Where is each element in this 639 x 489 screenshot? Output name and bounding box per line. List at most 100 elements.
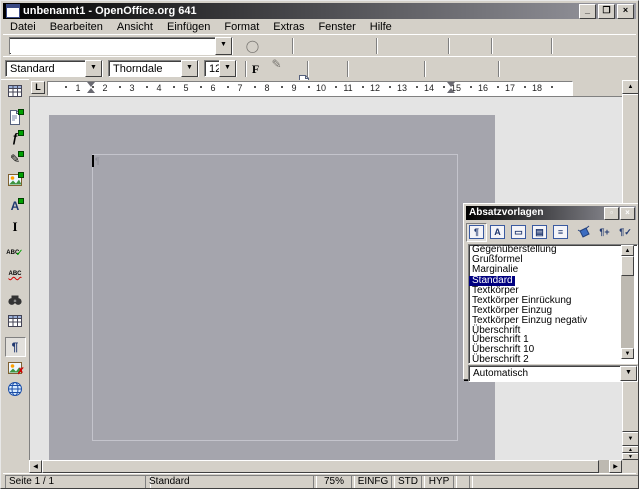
previous-page-button[interactable]: ▲ xyxy=(622,446,639,453)
minimize-button[interactable]: _ xyxy=(579,4,596,19)
insert-fields-button[interactable]: ƒ xyxy=(5,128,26,148)
style-filter-combobox[interactable]: Automatisch ▼ xyxy=(468,365,638,382)
status-page[interactable]: Seite 1 / 1 xyxy=(5,475,151,489)
size-dropdown-arrow[interactable]: ▼ xyxy=(219,60,236,77)
filter-dropdown-arrow[interactable]: ▼ xyxy=(620,366,637,381)
menu-einfuegen[interactable]: Einfügen xyxy=(160,20,217,34)
insert-button[interactable] xyxy=(5,107,26,127)
stylist-toolbar: ¶ A ▭ ▤ ≡ ¶+ ¶✓ xyxy=(466,222,636,242)
ruler-tick xyxy=(335,86,337,88)
list-scroll-up-button[interactable]: ▲ xyxy=(621,245,634,256)
stylist-dock-button[interactable]: ▫ xyxy=(604,207,619,220)
url-input[interactable] xyxy=(10,39,215,53)
numbering-styles-button[interactable]: ≡ xyxy=(550,223,571,242)
spellcheck-button[interactable]: ABC✓ xyxy=(5,243,26,263)
stylist-window[interactable]: Absatzvorlagen ▫ × ¶ A ▭ ▤ ≡ ¶+ ¶✓ Gegen… xyxy=(463,203,639,380)
style-list[interactable]: GegenüberstellungGrußformelMarginalieSta… xyxy=(468,244,638,364)
paragraph-styles-icon: ¶ xyxy=(469,225,484,239)
horizontal-ruler[interactable]: 123456789101112131415161718 xyxy=(47,80,622,95)
ruler-tick xyxy=(119,86,121,88)
right-indent-marker[interactable] xyxy=(447,88,455,93)
paragraph-style-combobox[interactable]: Standard ▼ xyxy=(5,60,103,77)
page-styles-button[interactable]: ▤ xyxy=(529,223,550,242)
direct-cursor-button[interactable]: I xyxy=(5,217,26,237)
font-dropdown-arrow[interactable]: ▼ xyxy=(181,60,198,77)
status-style[interactable]: Standard xyxy=(145,475,317,489)
title-bar[interactable]: unbenannt1 - OpenOffice.org 641 _ ❐ × xyxy=(3,3,636,19)
data-sources-button[interactable] xyxy=(5,311,26,331)
auto-spellcheck-button[interactable]: ABC xyxy=(5,264,26,284)
horizontal-scroll-thumb[interactable] xyxy=(42,460,599,473)
double-arrow-down-icon: ▼ xyxy=(628,454,633,460)
style-list-scrollbar[interactable]: ▲ ▼ xyxy=(621,245,634,359)
toolbar-separator xyxy=(376,38,378,54)
right-indent-marker-top[interactable] xyxy=(447,82,455,87)
page-styles-icon: ▤ xyxy=(532,225,547,239)
style-list-item[interactable]: Überschrift 2 xyxy=(469,355,637,364)
url-dropdown-arrow[interactable]: ▼ xyxy=(215,37,232,55)
ruler-number: 13 xyxy=(397,83,407,93)
url-combobox[interactable]: ▼ xyxy=(9,37,233,55)
scroll-down-button[interactable]: ▼ xyxy=(622,432,639,446)
menu-ansicht[interactable]: Ansicht xyxy=(110,20,160,34)
form-functions-button[interactable] xyxy=(5,170,26,190)
scroll-up-button[interactable]: ▲ xyxy=(622,80,639,94)
scroll-right-button[interactable]: ▶ xyxy=(609,460,622,473)
list-scroll-thumb[interactable] xyxy=(621,256,634,276)
new-style-from-selection-button[interactable]: ¶+ xyxy=(594,223,615,242)
insert-table-button[interactable] xyxy=(5,81,26,101)
ruler-tick xyxy=(470,86,472,88)
menu-format[interactable]: Format xyxy=(217,20,266,34)
style-filter-value: Automatisch xyxy=(469,367,620,380)
ruler-scale[interactable]: 123456789101112131415161718 xyxy=(47,81,573,96)
menu-datei[interactable]: Datei xyxy=(3,20,43,34)
object-bar: Standard ▼ Thorndale ▼ 12 ▼ F k U A↑ A↓ … xyxy=(3,56,636,79)
nonprinting-characters-button[interactable]: ¶ xyxy=(5,337,26,357)
character-styles-button[interactable]: A xyxy=(487,223,508,242)
online-layout-button[interactable] xyxy=(5,379,26,399)
maximize-button[interactable]: ❐ xyxy=(598,4,615,19)
menu-hilfe[interactable]: Hilfe xyxy=(363,20,399,34)
stylist-close-button[interactable]: × xyxy=(620,207,635,220)
character-styles-icon: A xyxy=(490,225,505,239)
frame-styles-button[interactable]: ▭ xyxy=(508,223,529,242)
font-name-combobox[interactable]: Thorndale ▼ xyxy=(108,60,199,77)
graphics-onoff-button[interactable]: ✗ xyxy=(5,358,26,378)
draw-functions-button[interactable]: ✎ xyxy=(5,149,26,169)
status-hyperlink-mode[interactable]: HYP xyxy=(421,475,457,489)
arrow-down-icon: ▼ xyxy=(628,436,634,442)
menu-bearbeiten[interactable]: Bearbeiten xyxy=(43,20,110,34)
stylist-title-bar[interactable]: Absatzvorlagen ▫ × xyxy=(466,206,636,220)
stop-loading-button[interactable]: ◯ xyxy=(243,37,262,55)
list-scroll-down-button[interactable]: ▼ xyxy=(621,348,634,359)
tab-stop-selector[interactable]: L xyxy=(31,81,45,94)
scroll-left-button[interactable]: ◀ xyxy=(29,460,42,473)
update-style-button[interactable]: ¶✓ xyxy=(615,223,636,242)
fill-format-mode-button[interactable] xyxy=(573,223,594,242)
dropdown-indicator xyxy=(18,130,24,136)
ruler-tick xyxy=(551,86,553,88)
stylist-title: Absatzvorlagen xyxy=(469,207,543,218)
insert-table-icon xyxy=(7,83,23,99)
horizontal-scrollbar[interactable]: ◀ ▶ xyxy=(29,460,622,473)
status-insert-mode[interactable]: EINFG xyxy=(351,475,395,489)
font-size-combobox[interactable]: 12 ▼ xyxy=(204,60,237,77)
status-zoom[interactable]: 75% xyxy=(313,475,355,489)
document-page[interactable]: ¶ xyxy=(49,115,495,461)
ruler-number: 17 xyxy=(505,83,515,93)
style-list-item[interactable]: Marginalie xyxy=(469,265,637,275)
double-arrow-up-icon: ▲ xyxy=(628,447,633,453)
pilcrow-icon: ¶ xyxy=(12,341,19,353)
autotext-button[interactable]: A xyxy=(5,196,26,216)
paragraph-styles-button[interactable]: ¶ xyxy=(466,223,487,242)
bold-button[interactable]: F xyxy=(246,60,265,78)
left-indent-marker[interactable] xyxy=(87,88,95,93)
close-button[interactable]: × xyxy=(617,4,634,19)
find-replace-button[interactable] xyxy=(5,290,26,310)
first-line-indent-marker[interactable] xyxy=(87,82,95,87)
status-selection-mode[interactable]: STD xyxy=(391,475,425,489)
next-page-button[interactable]: ▼ xyxy=(622,453,639,460)
menu-fenster[interactable]: Fenster xyxy=(311,20,362,34)
style-dropdown-arrow[interactable]: ▼ xyxy=(85,60,102,77)
menu-extras[interactable]: Extras xyxy=(266,20,311,34)
